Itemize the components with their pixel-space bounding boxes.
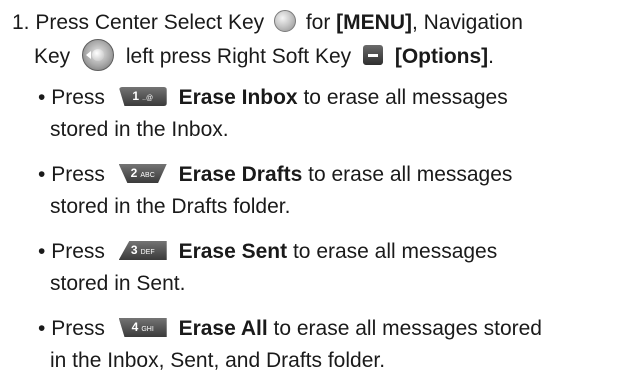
bullet-continuation: stored in Sent. (50, 272, 186, 295)
key-number: 3 (130, 242, 138, 257)
bullet-erase-drafts: • Press 2 ABC Erase Drafts to erase all … (38, 159, 608, 223)
key-letters: GHI (141, 325, 154, 333)
key-number: 2 (130, 165, 138, 180)
key-1-icon: 1 ..@ (118, 86, 167, 106)
key-number: 1 (132, 88, 140, 103)
step-text-press: Press Center Select Key (35, 11, 265, 34)
step-text-for: for (305, 11, 331, 34)
bullet-press: Press (51, 240, 105, 263)
bullet-title: Erase All (178, 317, 268, 340)
bullet-line: • Press 1 ..@ Erase Inbox to erase all m… (38, 86, 508, 109)
instruction-step: 1. Press Center Select Key for [MENU], N… (12, 6, 612, 74)
bullet-continuation: in the Inbox, Sent, and Drafts folder. (50, 349, 386, 372)
bullet-continuation: stored in the Inbox. (50, 118, 229, 141)
key-3-icon: 3 DEF (118, 240, 167, 260)
step-text-navigation: , Navigation (412, 11, 523, 34)
step-text-key: Key (34, 45, 71, 68)
key-number: 4 (131, 319, 139, 334)
menu-label: [MENU] (336, 11, 412, 34)
bullet-press: Press (51, 317, 105, 340)
step-line-1: 1. Press Center Select Key for [MENU], N… (12, 6, 612, 40)
bullet-title: Erase Drafts (178, 163, 303, 186)
bullet-description: to erase all messages stored (273, 317, 542, 340)
key-4-icon: 4 GHI (118, 317, 167, 337)
key-2-icon: 2 ABC (118, 163, 167, 183)
navigation-key-icon (82, 39, 115, 72)
center-select-key-icon (273, 10, 296, 33)
bullet-description: to erase all messages (303, 86, 508, 109)
bullet-erase-sent: • Press 3 DEF Erase Sent to erase all me… (38, 236, 608, 300)
bullet-description: to erase all messages (292, 240, 498, 263)
bullet-erase-inbox: • Press 1 ..@ Erase Inbox to erase all m… (38, 82, 608, 146)
key-letters: DEF (140, 248, 155, 256)
bullet-erase-all: • Press 4 GHI Erase All to erase all mes… (38, 313, 608, 377)
bullet-description: to erase all messages (308, 163, 513, 186)
step-text-left-press: left press Right Soft Key (125, 45, 352, 68)
step-number: 1. (12, 11, 30, 34)
bullet-title: Erase Sent (178, 240, 288, 263)
bullet-continuation: stored in the Drafts folder. (50, 195, 291, 218)
step-period: . (488, 45, 494, 68)
right-soft-key-icon (363, 45, 383, 66)
options-label: [Options] (394, 45, 489, 68)
key-letters: ABC (140, 171, 155, 179)
step-line-2: Key left press Right Soft Key [Options]. (12, 39, 612, 74)
bullet-press: Press (51, 86, 105, 109)
bullet-line: • Press 2 ABC Erase Drafts to erase all … (38, 163, 513, 186)
bullet-press: Press (51, 163, 105, 186)
key-letters: ..@ (142, 94, 154, 102)
bullet-line: • Press 4 GHI Erase All to erase all mes… (38, 317, 542, 340)
bullet-title: Erase Inbox (178, 86, 298, 109)
bullet-line: • Press 3 DEF Erase Sent to erase all me… (38, 240, 498, 263)
